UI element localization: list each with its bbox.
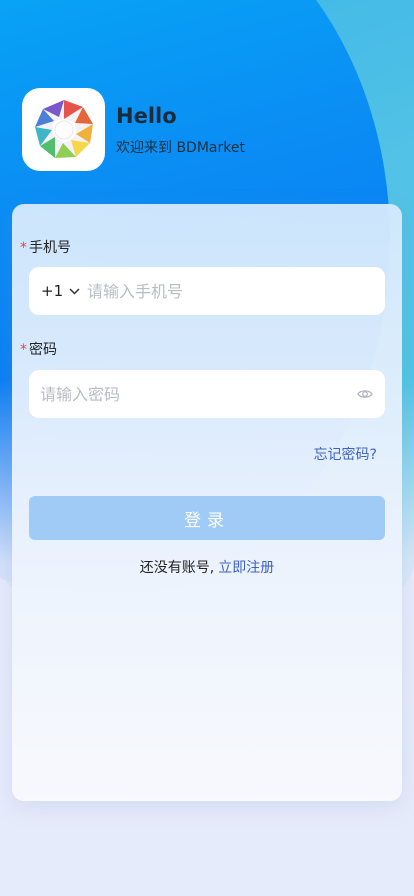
password-input[interactable] — [40, 370, 340, 418]
login-page: Hello 欢迎来到 BDMarket *手机号 +1 *密码 忘记密码? 登录… — [0, 0, 414, 896]
welcome-subtitle: 欢迎来到 BDMarket — [116, 140, 245, 156]
phone-field: +1 — [29, 267, 385, 315]
password-field — [29, 370, 385, 418]
login-button[interactable]: 登录 — [29, 496, 385, 540]
forgot-password-link[interactable]: 忘记密码? — [314, 444, 377, 464]
phone-label-text: 手机号 — [29, 240, 71, 256]
phone-input[interactable] — [87, 267, 373, 315]
chevron-down-icon — [69, 287, 80, 295]
greeting-title: Hello — [116, 104, 177, 128]
eye-icon[interactable] — [357, 386, 373, 402]
country-code-selector[interactable]: +1 — [41, 267, 80, 315]
app-logo — [22, 88, 105, 171]
logo-icon — [34, 99, 93, 158]
password-label-text: 密码 — [29, 342, 57, 358]
password-label: * 密码 — [20, 339, 57, 359]
no-account-text: 还没有账号, — [139, 560, 215, 576]
required-mark: * — [20, 342, 27, 358]
required-mark: * — [20, 240, 27, 256]
register-row: 还没有账号, 立即注册 — [0, 557, 414, 577]
country-code-value: +1 — [41, 282, 64, 300]
register-link[interactable]: 立即注册 — [218, 560, 274, 576]
phone-label: * 手机号 — [20, 237, 71, 257]
